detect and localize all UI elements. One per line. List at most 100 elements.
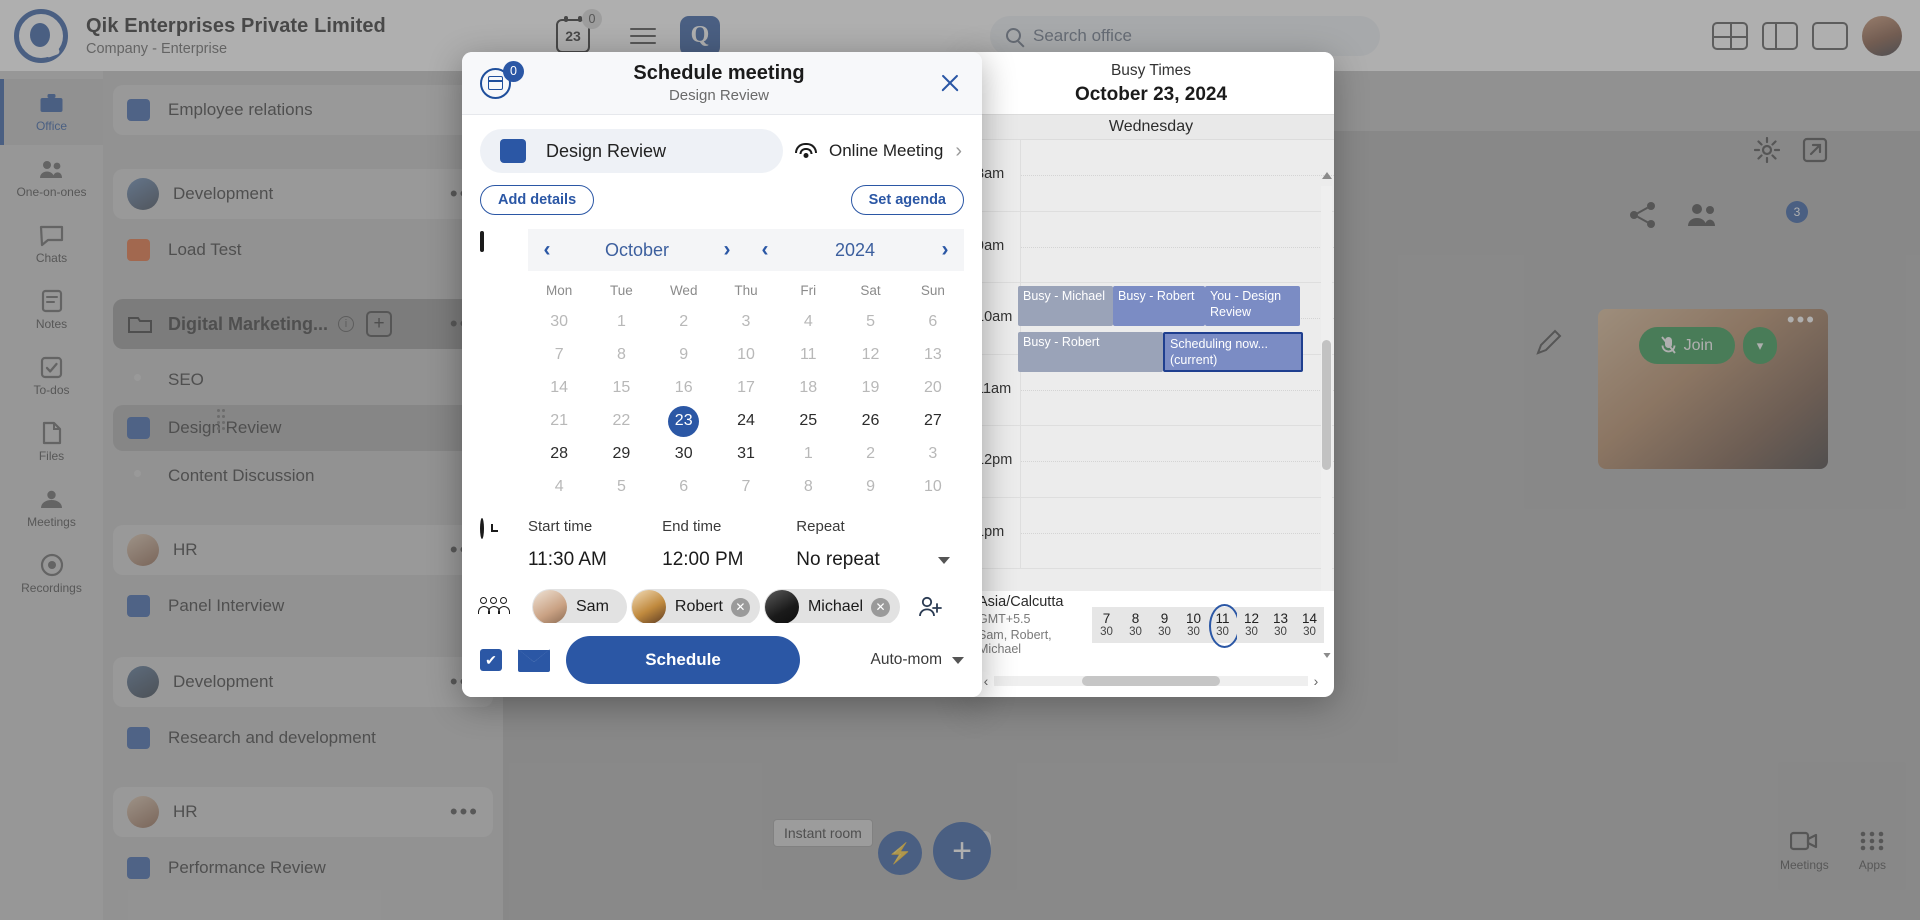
bottom-item-meetings[interactable]: Meetings: [1780, 830, 1829, 900]
attendee-chip[interactable]: Sam: [532, 589, 627, 625]
busy-scrollbar[interactable]: [1321, 170, 1332, 660]
single-layout-icon[interactable]: [1812, 21, 1848, 50]
online-meeting-selector[interactable]: Online Meeting ›: [794, 140, 964, 163]
sidebar-item-meetings[interactable]: Meetings: [0, 475, 103, 541]
split-layout-icon[interactable]: [1762, 21, 1798, 50]
list-item[interactable]: SEO: [113, 357, 493, 403]
add-details-button[interactable]: Add details: [480, 185, 595, 215]
list-item[interactable]: Employee relations: [113, 85, 493, 135]
busy-block[interactable]: You - Design Review: [1205, 286, 1300, 326]
prev-year-icon[interactable]: ‹: [746, 238, 784, 262]
email-icon[interactable]: [518, 648, 550, 672]
timezone-scrollbar[interactable]: ‹ ›: [978, 673, 1324, 689]
time-slot[interactable]: 7 30: [1092, 607, 1121, 643]
calendar-day[interactable]: 5: [590, 471, 652, 503]
share-icon[interactable]: [1628, 201, 1658, 234]
calendar-day[interactable]: 15: [590, 372, 652, 404]
join-button[interactable]: Join: [1638, 327, 1735, 364]
calendar-day[interactable]: 14: [528, 372, 590, 404]
sidebar-item-one-on-ones[interactable]: One-on-ones: [0, 145, 103, 211]
calendar-day[interactable]: 7: [528, 339, 590, 371]
calendar-day[interactable]: 21: [528, 405, 590, 437]
calendar-day[interactable]: 4: [528, 471, 590, 503]
notify-checkbox[interactable]: ✔: [480, 649, 502, 671]
calendar-day[interactable]: 17: [715, 372, 777, 404]
calendar-day[interactable]: 24: [715, 405, 777, 437]
list-item[interactable]: Development •••: [113, 169, 493, 219]
list-item-group[interactable]: Digital Marketing... i + •••: [113, 299, 493, 349]
prev-month-icon[interactable]: ‹: [528, 238, 566, 262]
calendar-day[interactable]: 25: [777, 405, 839, 437]
calendar-day[interactable]: 4: [777, 306, 839, 338]
calendar-day[interactable]: 10: [715, 339, 777, 371]
time-slot[interactable]: 8 30: [1121, 607, 1150, 643]
attendee-chip[interactable]: Robert ✕: [630, 589, 760, 625]
meeting-title-input[interactable]: Design Review: [480, 129, 783, 173]
time-slot[interactable]: 9 30: [1150, 607, 1179, 643]
attendee-chip[interactable]: Michael ✕: [763, 589, 901, 625]
calendar-day[interactable]: 5: [839, 306, 901, 338]
set-agenda-button[interactable]: Set agenda: [850, 185, 964, 215]
scroll-right-icon[interactable]: ›: [1308, 673, 1324, 689]
calendar-day[interactable]: 12: [839, 339, 901, 371]
calendar-day[interactable]: 10: [902, 471, 964, 503]
calendar-day[interactable]: 30: [653, 438, 715, 470]
calendar-day[interactable]: 22: [590, 405, 652, 437]
time-slot[interactable]: 12 30: [1237, 607, 1266, 643]
scroll-thumb[interactable]: [1322, 340, 1331, 470]
calendar-day[interactable]: 1: [777, 438, 839, 470]
bottom-item-apps[interactable]: Apps: [1859, 830, 1886, 900]
calendar-day[interactable]: 3: [715, 306, 777, 338]
start-time-value[interactable]: 11:30 AM: [528, 549, 662, 571]
list-item-design-review[interactable]: Design Review: [113, 405, 493, 451]
instant-room-button[interactable]: ⚡: [878, 831, 922, 875]
repeat-select[interactable]: No repeat: [796, 549, 964, 571]
calendar-day[interactable]: 8: [590, 339, 652, 371]
calendar-day[interactable]: 16: [653, 372, 715, 404]
time-slot[interactable]: 13 30: [1266, 607, 1295, 643]
menu-icon[interactable]: [630, 26, 656, 46]
busy-block-current[interactable]: Scheduling now... (current): [1163, 332, 1303, 372]
list-item[interactable]: HR •••: [113, 525, 493, 575]
calendar-day[interactable]: 11: [777, 339, 839, 371]
more-options-icon[interactable]: •••: [1787, 309, 1816, 331]
timezone-slots[interactable]: 7 30 8 30 9 30 10 30 11 30 12 30 13 30 14 30: [1092, 604, 1324, 648]
list-item[interactable]: HR •••: [113, 787, 493, 837]
calendar-day[interactable]: 20: [902, 372, 964, 404]
next-month-icon[interactable]: ›: [708, 238, 746, 262]
drag-handle[interactable]: [217, 409, 225, 433]
sidebar-item-chats[interactable]: Chats: [0, 211, 103, 277]
chevron-right-icon[interactable]: ›: [955, 140, 962, 163]
end-time-value[interactable]: 12:00 PM: [662, 549, 796, 571]
list-item[interactable]: Content Discussion: [113, 453, 493, 499]
busy-times-grid[interactable]: 8am 9am 10am 11am 12pm 1pm Busy - Michae…: [968, 140, 1334, 600]
join-dropdown-button[interactable]: ▾: [1743, 327, 1777, 364]
remove-attendee-icon[interactable]: ✕: [871, 597, 891, 617]
calendar-day[interactable]: 13: [902, 339, 964, 371]
add-attendee-icon[interactable]: [918, 596, 944, 618]
list-item[interactable]: Panel Interview: [113, 583, 493, 629]
calendar-day[interactable]: 27: [902, 405, 964, 437]
more-options-icon[interactable]: •••: [450, 801, 479, 823]
sidebar-item-files[interactable]: Files: [0, 409, 103, 475]
list-item[interactable]: Load Test: [113, 227, 493, 273]
gear-icon[interactable]: [1753, 136, 1781, 164]
calendar-day[interactable]: 30: [528, 306, 590, 338]
calendar-day-selected[interactable]: 23: [653, 405, 715, 437]
busy-block[interactable]: Busy - Michael: [1018, 286, 1113, 326]
busy-block[interactable]: Busy - Robert: [1113, 286, 1205, 326]
edit-icon[interactable]: [1534, 329, 1568, 361]
calendar-day[interactable]: 26: [839, 405, 901, 437]
sidebar-item-to-dos[interactable]: To-dos: [0, 343, 103, 409]
schedule-button[interactable]: Schedule: [566, 636, 800, 684]
user-avatar[interactable]: [1862, 15, 1902, 56]
calendar-day[interactable]: 9: [653, 339, 715, 371]
info-icon[interactable]: i: [338, 316, 355, 332]
close-icon[interactable]: [936, 69, 964, 97]
participants-icon[interactable]: [1686, 202, 1720, 233]
calendar-day[interactable]: 8: [777, 471, 839, 503]
scroll-thumb[interactable]: [1081, 676, 1221, 686]
calendar-day[interactable]: 29: [590, 438, 652, 470]
calendar-day[interactable]: 31: [715, 438, 777, 470]
next-year-icon[interactable]: ›: [926, 238, 964, 262]
